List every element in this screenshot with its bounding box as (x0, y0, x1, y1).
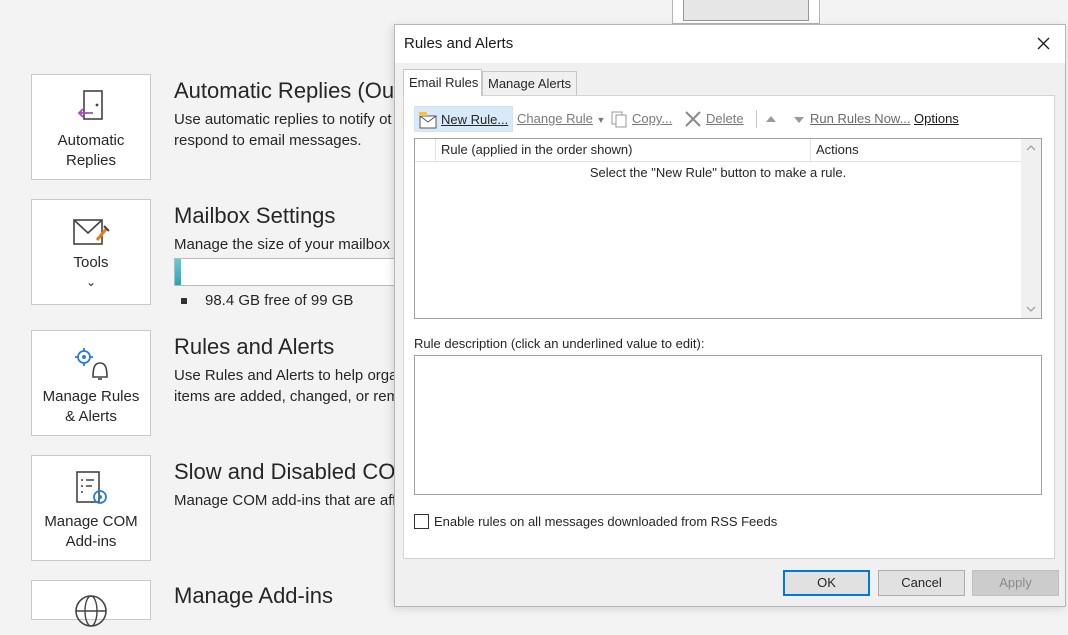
apply-button[interactable]: Apply (972, 570, 1059, 596)
dropdown-arrow-icon: ▼ (596, 115, 606, 125)
section-title: Automatic Replies (Out (174, 78, 401, 103)
ok-button[interactable]: OK (783, 570, 870, 596)
rules-alerts-icon (71, 343, 111, 389)
dialog-title: Rules and Alerts (404, 35, 514, 52)
toolbar-separator (756, 110, 757, 128)
column-header-rule[interactable]: Rule (applied in the order shown) (435, 139, 810, 161)
delete-label: Delete (706, 111, 744, 126)
rules-list-header: Rule (applied in the order shown) Action… (415, 139, 1021, 162)
tile-label: Automatic Replies (57, 132, 125, 169)
mailbox-free-text: 98.4 GB free of 99 GB (205, 292, 354, 309)
chevron-down-icon: ⌄ (85, 275, 97, 289)
tools-tile[interactable]: Tools ⌄ (31, 199, 151, 305)
run-rules-now-label: Run Rules Now... (810, 111, 911, 126)
new-rule-button[interactable]: New Rule... (414, 106, 513, 132)
arrow-up-icon (766, 116, 776, 122)
close-button[interactable] (1021, 25, 1065, 63)
scroll-down-icon[interactable] (1025, 304, 1037, 314)
change-rule-button[interactable]: Change Rule ▼ (517, 106, 605, 132)
automatic-replies-tile[interactable]: Automatic Replies (31, 74, 151, 180)
section-title: Slow and Disabled CON (174, 459, 412, 484)
copy-label: Copy... (632, 111, 673, 126)
manage-addins-tile[interactable] (31, 580, 151, 627)
bullet (181, 298, 187, 304)
cancel-button[interactable]: Cancel (878, 570, 965, 596)
tab-manage-alerts[interactable]: Manage Alerts (482, 71, 577, 96)
tile-label: Manage COM Add-ins (44, 513, 138, 550)
section-description: Manage the size of your mailbox (174, 236, 390, 253)
section-title: Manage Add-ins (174, 583, 333, 608)
mail-tools-icon (71, 214, 111, 256)
rules-list[interactable]: Rule (applied in the order shown) Action… (414, 138, 1042, 319)
dialog-titlebar: Rules and Alerts (395, 25, 1065, 63)
rss-rules-checkbox-label[interactable]: Enable rules on all messages downloaded … (434, 514, 777, 530)
section-title: Rules and Alerts (174, 334, 335, 359)
tile-label: Manage Rules & Alerts (42, 388, 140, 425)
move-up-button[interactable] (764, 106, 778, 132)
close-icon (1037, 37, 1050, 50)
mailbox-quota-bar (174, 258, 404, 286)
top-thumbnail (672, 0, 820, 24)
vertical-scrollbar[interactable] (1021, 139, 1041, 318)
tile-label: Tools (73, 254, 109, 271)
com-addins-icon (71, 468, 111, 514)
copy-button[interactable]: Copy... (610, 106, 672, 132)
section-title: Mailbox Settings (174, 203, 336, 228)
move-down-button[interactable] (792, 106, 806, 132)
globe-icon (73, 593, 109, 635)
scroll-up-icon[interactable] (1025, 143, 1037, 153)
column-header-actions[interactable]: Actions (810, 139, 1022, 161)
options-button[interactable]: Options (914, 106, 959, 132)
options-label: Options (914, 111, 959, 126)
section-description: Use automatic replies to notify ot respo… (174, 111, 392, 149)
manage-com-addins-tile[interactable]: Manage COM Add-ins (31, 455, 151, 561)
new-rule-label: New Rule... (441, 112, 509, 127)
empty-list-message: Select the "New Rule" button to make a r… (589, 165, 847, 180)
change-rule-label: Change Rule (517, 111, 593, 126)
arrow-down-icon (794, 117, 804, 123)
delete-button[interactable]: Delete (684, 106, 744, 132)
copy-icon (611, 111, 627, 128)
tab-email-rules[interactable]: Email Rules (403, 69, 482, 96)
run-rules-now-button[interactable]: Run Rules Now... (810, 106, 910, 132)
manage-rules-alerts-tile[interactable]: Manage Rules & Alerts (31, 330, 151, 436)
rule-description-label: Rule description (click an underlined va… (414, 336, 705, 351)
new-rule-icon (419, 112, 437, 129)
delete-icon (685, 111, 701, 127)
section-description: Manage COM add-ins that are aff (174, 492, 397, 509)
rss-rules-checkbox[interactable] (414, 514, 429, 529)
email-rules-panel: New Rule... Change Rule ▼ Copy... Delete… (403, 95, 1055, 559)
automatic-replies-icon (73, 87, 109, 133)
rules-and-alerts-dialog: Rules and Alerts Email Rules Manage Aler… (394, 24, 1066, 607)
rule-description-box[interactable] (414, 355, 1042, 495)
section-description: Use Rules and Alerts to help orga items … (174, 367, 400, 405)
